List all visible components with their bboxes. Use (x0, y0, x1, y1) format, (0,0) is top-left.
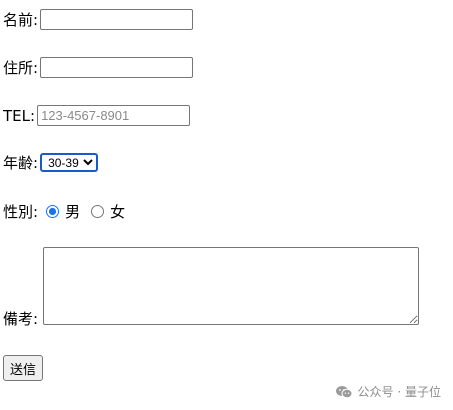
name-input[interactable] (40, 9, 194, 30)
submit-button[interactable]: 送信 (3, 355, 44, 381)
watermark: 公众号 · 量子位 (335, 383, 441, 400)
remarks-label: 備考: (3, 310, 39, 328)
tel-label: TEL: (3, 106, 36, 125)
gender-female-radio[interactable] (91, 205, 105, 218)
address-label: 住所: (3, 58, 39, 77)
age-row: 年齢: 30-39 (3, 153, 99, 172)
gender-male-radio[interactable] (46, 205, 60, 218)
age-select[interactable]: 30-39 (40, 153, 99, 172)
name-label: 名前: (3, 10, 39, 29)
wechat-icon (335, 385, 353, 398)
gender-label: 性別: (3, 202, 39, 221)
address-row: 住所: (3, 57, 194, 78)
gender-row: 性別: 男 女 (3, 201, 125, 222)
tel-row: TEL: (3, 105, 191, 126)
address-input[interactable] (40, 57, 194, 78)
watermark-text: 公众号 · 量子位 (357, 385, 441, 399)
age-label: 年齢: (3, 153, 39, 172)
name-row: 名前: (3, 9, 194, 30)
remarks-row: 備考: (3, 310, 38, 328)
gender-female-label: 女 (110, 203, 126, 221)
remarks-textarea[interactable] (43, 247, 419, 325)
gender-male-label: 男 (65, 203, 81, 221)
tel-input[interactable] (37, 105, 191, 126)
